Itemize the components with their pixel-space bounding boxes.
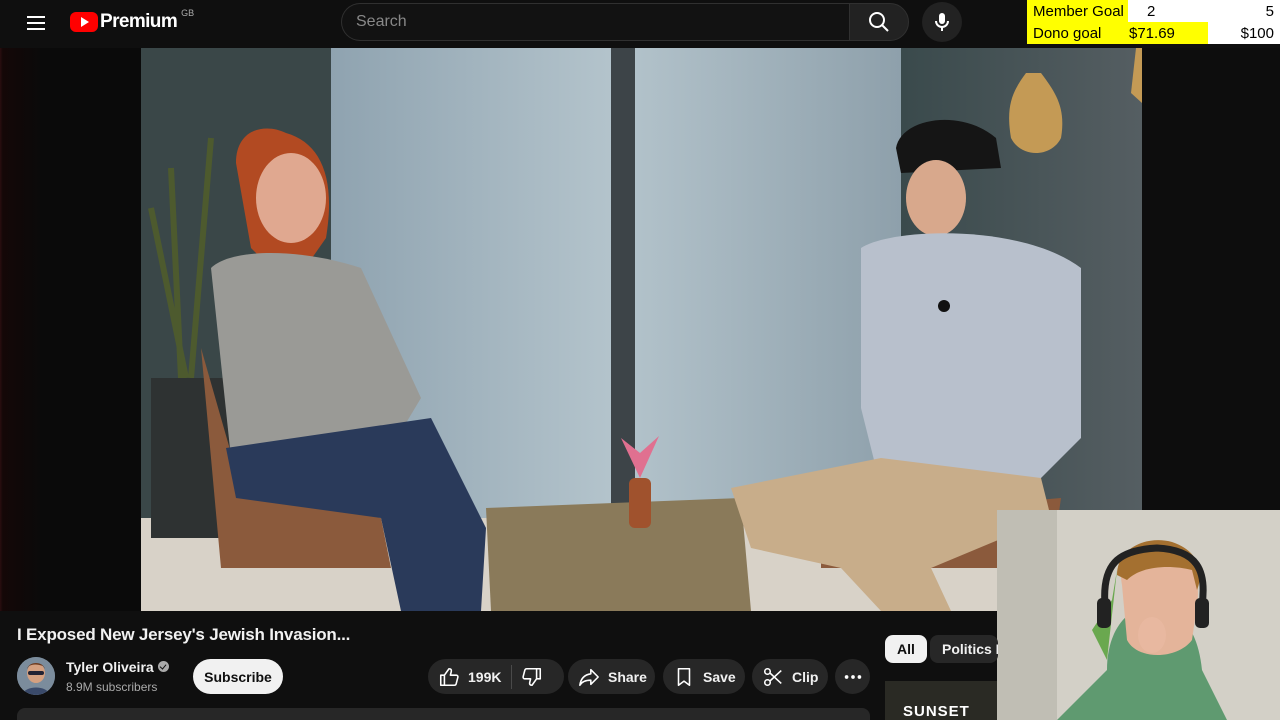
- search-bar: [341, 3, 909, 43]
- voice-search-button[interactable]: [922, 2, 962, 42]
- dono-goal-label: Dono goal: [1033, 25, 1102, 42]
- microphone-icon: [935, 13, 949, 31]
- subscriber-count: 8.9M subscribers: [66, 680, 158, 694]
- menu-icon[interactable]: [24, 12, 48, 36]
- region-label: GB: [181, 8, 195, 18]
- thumbs-up-icon: [439, 667, 459, 686]
- youtube-play-icon: [70, 12, 98, 32]
- stream-goals-overlay: Member Goal 2 5 Dono goal $71.69 $100: [1027, 0, 1280, 44]
- video-title: I Exposed New Jersey's Jewish Invasion..…: [17, 625, 351, 644]
- dono-goal-target: $100: [1240, 25, 1274, 42]
- dono-goal-bar: Dono goal $71.69 $100: [1027, 22, 1280, 44]
- chip-politics[interactable]: Politics N: [930, 635, 998, 663]
- search-input[interactable]: [341, 3, 849, 41]
- share-button[interactable]: Share: [568, 659, 655, 694]
- dono-goal-current: $71.69: [1129, 25, 1175, 42]
- subscribe-button[interactable]: Subscribe: [193, 659, 283, 694]
- youtube-premium-logo[interactable]: Premium GB: [70, 8, 195, 33]
- member-goal-label: Member Goal: [1033, 3, 1124, 20]
- like-count: 199K: [468, 668, 502, 685]
- description-box[interactable]: [17, 708, 870, 720]
- chip-all[interactable]: All: [885, 635, 927, 663]
- streamer-webcam: [997, 510, 1280, 720]
- share-icon: [579, 668, 599, 686]
- video-letterbox-left: [0, 48, 141, 611]
- more-actions-button[interactable]: [835, 659, 870, 694]
- channel-name[interactable]: Tyler Oliveira: [66, 659, 154, 675]
- member-goal-target: 5: [1265, 3, 1274, 20]
- like-dislike-group: 199K: [428, 659, 564, 694]
- dislike-button[interactable]: [512, 659, 552, 694]
- like-button[interactable]: 199K: [428, 659, 501, 694]
- save-label: Save: [703, 668, 736, 685]
- thumbs-down-icon: [522, 667, 542, 686]
- clip-button[interactable]: Clip: [752, 659, 828, 694]
- save-button[interactable]: Save: [663, 659, 745, 694]
- scissors-icon: [763, 667, 782, 686]
- share-label: Share: [608, 668, 647, 685]
- bookmark-icon: [677, 667, 691, 686]
- verified-badge-icon: [158, 661, 169, 672]
- search-button[interactable]: [849, 3, 909, 41]
- more-horizontal-icon: [844, 674, 861, 679]
- recommended-video-thumbnail[interactable]: SUNSET: [885, 681, 997, 720]
- webcam-feed: [997, 510, 1280, 720]
- search-icon: [869, 12, 889, 32]
- thumbnail-text: SUNSET: [903, 703, 970, 720]
- member-goal-bar: Member Goal 2 5: [1027, 0, 1280, 22]
- member-goal-current: 2: [1147, 3, 1156, 20]
- clip-label: Clip: [792, 668, 819, 685]
- brand-label: Premium: [100, 11, 178, 32]
- avatar-image: [17, 657, 55, 695]
- interview-scene: [141, 48, 1142, 611]
- video-frame[interactable]: [141, 48, 1142, 611]
- channel-avatar[interactable]: [17, 657, 55, 695]
